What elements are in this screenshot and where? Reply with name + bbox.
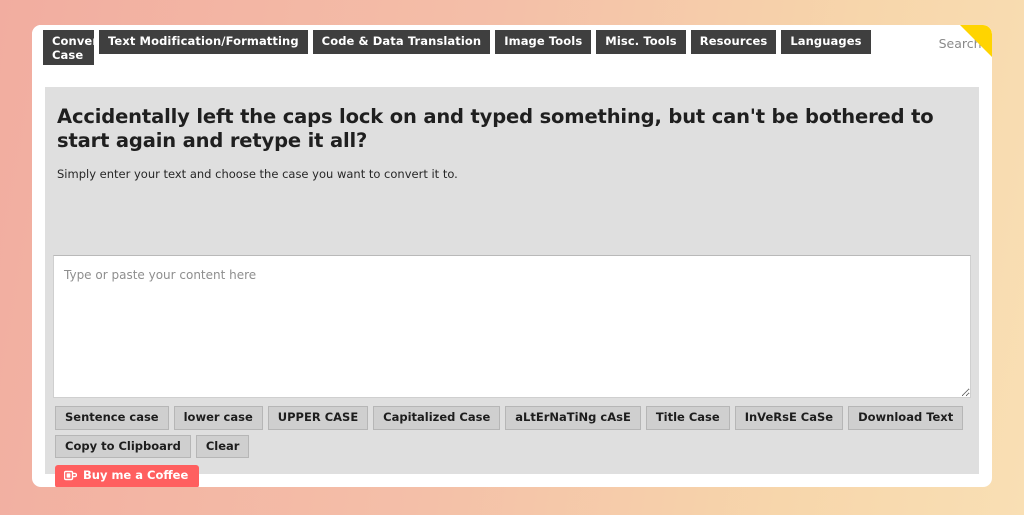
nav-tab-convert-case[interactable]: Convert Case	[43, 30, 104, 65]
main-content-area: Accidentally left the caps lock on and t…	[45, 87, 979, 487]
lower-case-button[interactable]: lower case	[173, 406, 263, 430]
page-subtitle: Simply enter your text and choose the ca…	[57, 167, 458, 182]
nav-tab-label: Code & Data Translation	[321, 34, 482, 49]
clear-button[interactable]: Clear	[195, 434, 250, 459]
nav-tab-code-data-translation[interactable]: Code & Data Translation	[312, 30, 491, 54]
title-case-button[interactable]: Title Case	[645, 406, 730, 430]
nav-tab-label: Convert Case	[52, 34, 104, 63]
text-input[interactable]	[53, 255, 971, 399]
download-text-button[interactable]: Download Text	[848, 406, 964, 430]
alternating-case-button[interactable]: aLtErNaTiNg cAsE	[505, 406, 641, 430]
nav-tab-label: Image Tools	[504, 34, 583, 49]
nav-tab-resources[interactable]: Resources	[690, 30, 777, 54]
site-card: Convert Case Text Modification/Formattin…	[32, 25, 992, 487]
nav-tab-label: Resources	[699, 34, 768, 49]
page-root: Convert Case Text Modification/Formattin…	[0, 0, 1024, 515]
text-input-wrapper	[45, 255, 979, 399]
page-title: Accidentally left the caps lock on and t…	[57, 105, 934, 153]
coffee-button-row: Buy me a Coffee	[45, 458, 979, 487]
nav-tab-misc-tools[interactable]: Misc. Tools	[596, 30, 686, 54]
nav-tab-label: Misc. Tools	[605, 34, 677, 49]
capitalized-case-button[interactable]: Capitalized Case	[373, 406, 501, 430]
content-header: Accidentally left the caps lock on and t…	[45, 105, 979, 181]
nav-tab-label: Text Modification/Formatting	[108, 34, 299, 49]
action-button-row: Sentence case lower case UPPER CASE Capi…	[45, 398, 979, 459]
navigation-bar: Convert Case Text Modification/Formattin…	[32, 25, 992, 70]
buy-me-a-coffee-button[interactable]: Buy me a Coffee	[55, 465, 200, 487]
nav-tab-label: Languages	[790, 34, 862, 49]
coffee-cup-icon	[64, 470, 77, 481]
sentence-case-button[interactable]: Sentence case	[55, 406, 169, 430]
upper-case-button[interactable]: UPPER CASE	[267, 406, 369, 430]
nav-tab-languages[interactable]: Languages	[781, 30, 871, 54]
nav-tab-text-modification-formatting[interactable]: Text Modification/Formatting	[99, 30, 308, 54]
copy-to-clipboard-button[interactable]: Copy to Clipboard	[55, 434, 191, 459]
coffee-button-label: Buy me a Coffee	[83, 468, 189, 483]
inverse-case-button[interactable]: InVeRsE CaSe	[734, 406, 844, 430]
search-input[interactable]	[875, 30, 992, 52]
nav-tab-image-tools[interactable]: Image Tools	[495, 30, 592, 54]
